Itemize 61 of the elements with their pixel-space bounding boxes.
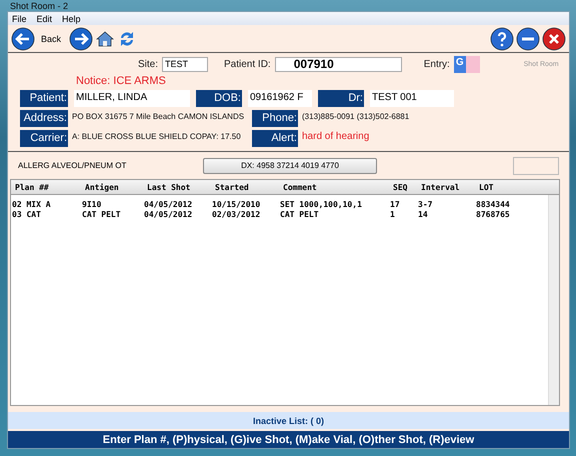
table-cell-text: 02/03/2012: [212, 210, 262, 218]
field-value: 09161962 F: [248, 90, 312, 107]
site-field[interactable]: TEST: [162, 56, 208, 72]
table-cell-text: 10/15/2010: [212, 200, 262, 208]
entry-label: Entry:: [424, 58, 450, 70]
column-header[interactable]: Plan ##: [15, 182, 85, 192]
field-label: Carrier:: [20, 130, 68, 147]
table-cell-text: 8834344: [476, 200, 511, 208]
field-label: Dr:: [318, 90, 364, 107]
column-header[interactable]: LOT: [479, 182, 559, 192]
alert-text: hard of hearing: [301, 130, 370, 144]
menu-item[interactable]: Help: [62, 14, 81, 24]
entry-field[interactable]: G: [454, 56, 466, 72]
site-label: Site:: [138, 58, 158, 70]
column-header[interactable]: SEQ: [393, 182, 421, 192]
field-value: MILLER, LINDA: [74, 90, 190, 107]
command-bar: Enter Plan #, (P)hysical, (G)ive Shot, (M)ake Vial, (O)ther Shot, (R)eview: [8, 431, 569, 448]
table-cell-text: 04/05/2012: [144, 200, 194, 208]
field-value: PO BOX 31675 7 Mile Beach CAMON ISLANDS: [71, 111, 246, 123]
field-label: Patient:: [20, 90, 68, 107]
inactive-list-bar: Inactive List: ( 0): [8, 412, 569, 429]
field-value: (313)885-0091 (313)502-6881: [301, 111, 408, 123]
dx-button[interactable]: DX: 4958 37214 4019 4770: [203, 158, 377, 174]
patient-id-field[interactable]: 007910: [274, 56, 402, 72]
table-cell-text: 17: [390, 200, 401, 208]
window-title: Shot Room - 2: [9, 1, 68, 11]
home-icon[interactable]: [95, 28, 116, 48]
field-label: Address:: [20, 110, 68, 127]
back-label[interactable]: Back: [41, 34, 62, 44]
table-cell-text: 02 MIX A: [12, 200, 52, 208]
table-cell-text: CAT PELT: [280, 210, 320, 218]
field-label: DOB:: [196, 90, 242, 107]
table-cell-text: 9I10: [82, 200, 102, 208]
allergy-text: ALLERG ALVEOL/PNEUM OT: [18, 161, 128, 170]
field-value: A: BLUE CROSS BLUE SHIELD COPAY: 17.50: [71, 131, 242, 143]
empty-field[interactable]: [513, 156, 559, 174]
table-cell-text: 03 CAT: [12, 210, 42, 218]
menu-item[interactable]: Edit: [36, 14, 52, 24]
minimize-icon[interactable]: [516, 26, 540, 50]
table-cell-text: SET 1000,100,10,1: [280, 200, 363, 208]
close-icon[interactable]: [542, 26, 566, 50]
table-cell-text: 3-7: [418, 200, 434, 208]
field-label: Phone:: [252, 110, 298, 127]
entry-indicator: [466, 56, 480, 72]
column-header[interactable]: Last Shot: [147, 182, 215, 192]
column-header[interactable]: Interval: [421, 182, 479, 192]
scrollbar[interactable]: [548, 195, 559, 405]
column-header[interactable]: Started: [215, 182, 283, 192]
column-header[interactable]: Antigen: [85, 182, 147, 192]
field-value: TEST 001: [370, 90, 454, 107]
column-header[interactable]: Comment: [283, 182, 393, 192]
help-icon[interactable]: [490, 26, 514, 50]
menu-item[interactable]: File: [12, 14, 27, 24]
table-cell-text: CAT PELT: [82, 210, 122, 218]
table-cell-text: 14: [418, 210, 429, 218]
notice-text: Notice: ICE ARMS: [75, 75, 167, 88]
field-label: Alert:: [252, 130, 298, 147]
table-cell-text: 1: [390, 210, 396, 218]
patient-id-label: Patient ID:: [224, 58, 271, 70]
table-cell-text: 8768765: [476, 210, 511, 218]
table-cell-text: 04/05/2012: [144, 210, 194, 218]
